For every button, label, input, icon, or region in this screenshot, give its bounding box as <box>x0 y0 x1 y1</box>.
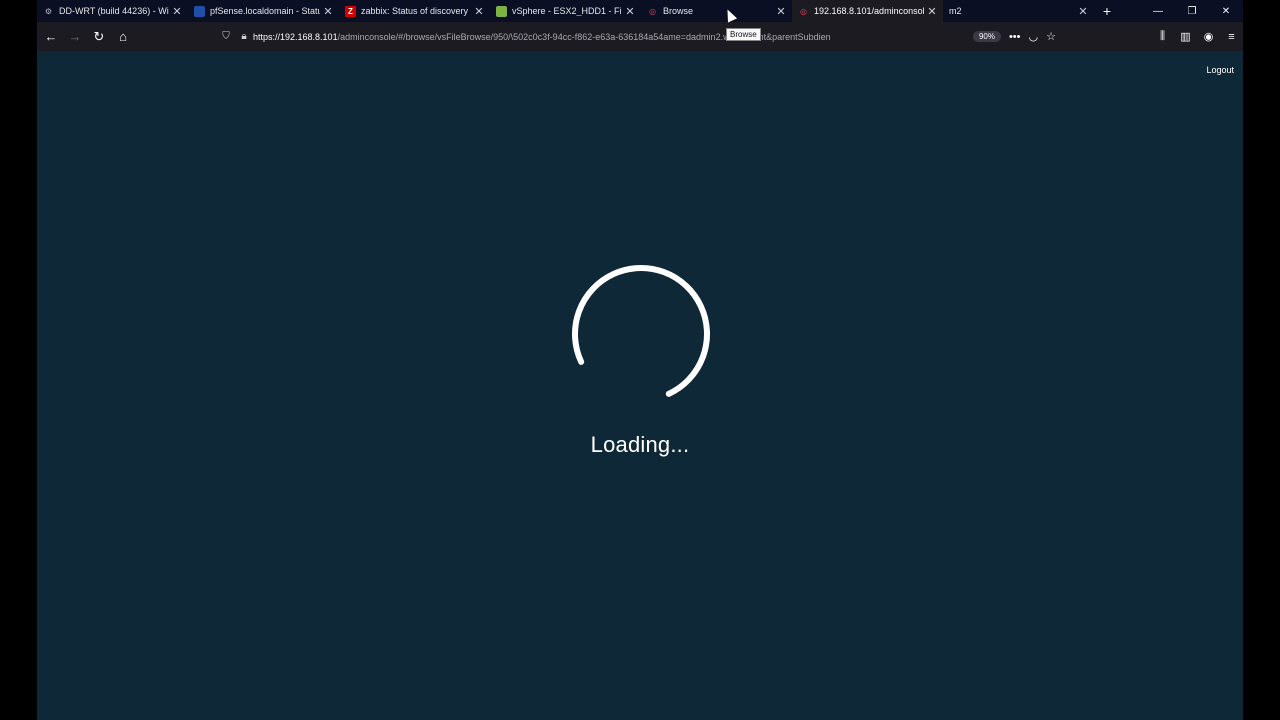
tab-title: vSphere - ESX2_HDD1 - Files <box>512 6 622 16</box>
close-icon[interactable]: ✕ <box>924 5 940 18</box>
vsphere-icon <box>496 5 507 17</box>
close-icon[interactable]: ✕ <box>471 5 487 18</box>
close-window-icon[interactable]: ✕ <box>1209 0 1243 22</box>
tab-tooltip: Browse <box>726 28 761 41</box>
close-icon[interactable]: ✕ <box>773 5 789 18</box>
zabbix-icon: Z <box>345 5 356 17</box>
page-actions-icon[interactable]: ••• <box>1009 31 1021 43</box>
back-button[interactable]: ← <box>39 25 63 49</box>
tab-title: Browse <box>663 6 694 16</box>
tab-title: DD-WRT (build 44236) - Win <box>59 6 169 16</box>
account-icon[interactable]: ◉ <box>1197 30 1220 43</box>
lock-warning-icon[interactable]: 🔒︎ <box>235 31 253 42</box>
restore-icon[interactable]: ❐ <box>1175 0 1209 22</box>
tab-title: zabbix: Status of discovery <box>361 6 469 16</box>
tab-vsphere[interactable]: vSphere - ESX2_HDD1 - Files ✕ <box>490 0 641 22</box>
browse-icon: ◎ <box>649 6 656 16</box>
sidebar-icon[interactable]: ▥ <box>1174 30 1197 43</box>
tab-title: pfSense.localdomain - Statu <box>210 6 320 16</box>
close-icon[interactable]: ✕ <box>1075 5 1091 18</box>
close-icon[interactable]: ✕ <box>169 5 185 18</box>
bookmark-star-icon[interactable]: ☆ <box>1046 30 1056 43</box>
close-icon[interactable]: ✕ <box>320 5 336 18</box>
tab-title: 192.168.8.101/adminconsole <box>814 6 924 16</box>
tab-m2[interactable]: m2 ✕ <box>943 0 1094 22</box>
close-icon[interactable]: ✕ <box>622 5 638 18</box>
page-content: Logout Loading... <box>37 51 1243 720</box>
forward-button[interactable]: → <box>63 25 87 49</box>
new-tab-button[interactable]: + <box>1094 0 1120 22</box>
menu-icon[interactable]: ≡ <box>1220 31 1243 43</box>
address-bar[interactable]: ⛉ 🔒︎ https://192.168.8.101/adminconsole/… <box>217 26 1062 47</box>
tab-dd-wrt[interactable]: ⚙ DD-WRT (build 44236) - Win ✕ <box>37 0 188 22</box>
home-button[interactable]: ⌂ <box>111 25 135 49</box>
browser-window: ⚙ DD-WRT (build 44236) - Win ✕ pfSense.l… <box>37 0 1243 720</box>
pfsense-icon <box>194 5 205 17</box>
logout-button[interactable]: Logout <box>1206 65 1234 75</box>
window-controls: — ❐ ✕ <box>1141 0 1243 22</box>
navigation-toolbar: ← → ↻ ⌂ ⛉ 🔒︎ https://192.168.8.101/admin… <box>37 22 1243 51</box>
url-text[interactable]: https://192.168.8.101/adminconsole/#/bro… <box>253 32 965 42</box>
spinner-arc <box>572 265 710 403</box>
tab-adminconsole[interactable]: ◎ 192.168.8.101/adminconsole ✕ <box>792 0 943 22</box>
pocket-icon[interactable]: ◡ <box>1029 30 1039 43</box>
tab-bar: ⚙ DD-WRT (build 44236) - Win ✕ pfSense.l… <box>37 0 1243 22</box>
browse-icon: ◎ <box>800 6 807 16</box>
tracking-shield-icon[interactable]: ⛉ <box>217 31 235 42</box>
loading-text: Loading... <box>590 432 690 457</box>
minimize-icon[interactable]: — <box>1141 0 1175 22</box>
loading-spinner-icon <box>572 265 710 403</box>
tab-title: m2 <box>949 6 962 16</box>
toolbar-right: ⫼ ▥ ◉ ≡ <box>1151 22 1243 51</box>
dd-wrt-icon: ⚙ <box>44 6 53 16</box>
library-icon[interactable]: ⫼ <box>1151 30 1174 43</box>
reload-button[interactable]: ↻ <box>87 25 111 49</box>
tab-browse[interactable]: ◎ Browse ✕ <box>641 0 792 22</box>
tab-pfsense[interactable]: pfSense.localdomain - Statu ✕ <box>188 0 339 22</box>
tab-zabbix[interactable]: Z zabbix: Status of discovery ✕ <box>339 0 490 22</box>
zoom-level-badge[interactable]: 90% <box>972 31 1001 42</box>
